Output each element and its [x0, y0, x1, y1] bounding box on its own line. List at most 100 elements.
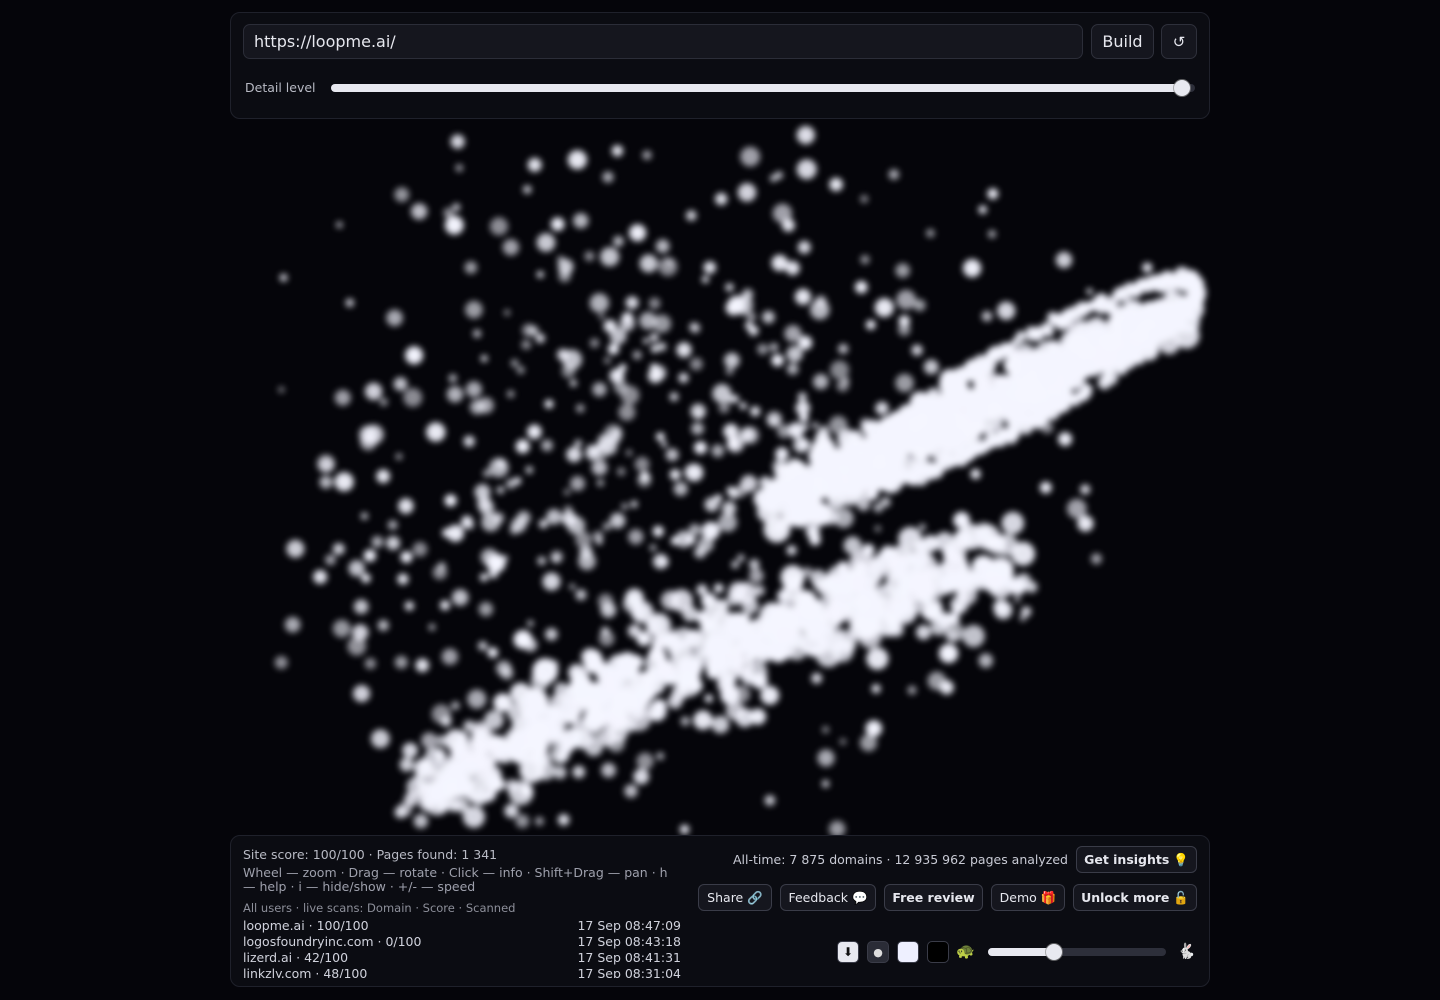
graph-node[interactable] [480, 355, 488, 362]
graph-node[interactable] [775, 624, 794, 643]
graph-node[interactable] [621, 311, 634, 324]
graph-node[interactable] [685, 535, 696, 545]
graph-node[interactable] [1150, 277, 1165, 292]
url-input[interactable] [243, 24, 1083, 59]
graph-node[interactable] [444, 215, 464, 235]
graph-node[interactable] [848, 430, 864, 446]
graph-node[interactable] [962, 624, 985, 648]
graph-node[interactable] [398, 498, 414, 514]
graph-node[interactable] [452, 203, 461, 212]
graph-node[interactable] [1025, 581, 1038, 593]
graph-node[interactable] [489, 457, 509, 478]
graph-node[interactable] [995, 533, 1018, 556]
graph-node[interactable] [602, 171, 614, 183]
graph-node[interactable] [596, 538, 603, 545]
graph-node[interactable] [895, 263, 910, 278]
graph-node[interactable] [371, 729, 390, 749]
graph-node[interactable] [444, 494, 457, 507]
graph-node[interactable] [353, 685, 371, 703]
graph-node[interactable] [550, 217, 565, 231]
graph-node[interactable] [740, 146, 761, 167]
graph-node[interactable] [838, 343, 849, 354]
graph-node[interactable] [669, 469, 681, 481]
graph-node[interactable] [516, 366, 525, 374]
graph-node[interactable] [988, 230, 996, 239]
graph-node[interactable] [465, 300, 483, 319]
graph-node[interactable] [958, 458, 967, 467]
graph-node[interactable] [541, 439, 553, 452]
graph-node[interactable] [726, 486, 735, 495]
graph-node[interactable] [650, 365, 667, 381]
graph-node[interactable] [526, 687, 540, 701]
graph-node[interactable] [993, 599, 1009, 615]
graph-node[interactable] [433, 748, 447, 762]
graph-node[interactable] [972, 442, 985, 455]
graph-node[interactable] [939, 574, 954, 589]
graph-node[interactable] [404, 601, 415, 611]
graph-node[interactable] [639, 471, 651, 482]
graph-node[interactable] [734, 484, 748, 498]
graph-node[interactable] [1080, 484, 1091, 495]
graph-node[interactable] [829, 177, 843, 192]
graph-node[interactable] [628, 529, 644, 545]
graph-node[interactable] [821, 780, 830, 788]
graph-node[interactable] [471, 726, 490, 746]
graph-node[interactable] [653, 314, 672, 333]
graph-node[interactable] [464, 261, 478, 274]
graph-node[interactable] [839, 738, 847, 745]
graph-node[interactable] [544, 399, 554, 409]
graph-node[interactable] [741, 597, 759, 615]
graph-node[interactable] [898, 475, 908, 485]
graph-node[interactable] [1016, 387, 1031, 402]
graph-node[interactable] [736, 637, 752, 652]
graph-node[interactable] [695, 611, 708, 623]
graph-node[interactable] [986, 348, 998, 360]
graph-node[interactable] [676, 342, 692, 358]
graph-node[interactable] [998, 342, 1014, 357]
share-button[interactable]: Share 🔗 [698, 884, 772, 911]
graph-node[interactable] [1003, 356, 1022, 375]
graph-node[interactable] [813, 373, 829, 390]
graph-node[interactable] [279, 273, 288, 282]
graph-node[interactable] [739, 427, 756, 443]
graph-node[interactable] [814, 295, 827, 308]
graph-node[interactable] [809, 646, 820, 657]
graph-node[interactable] [619, 363, 627, 372]
graph-node[interactable] [811, 672, 823, 684]
graph-node[interactable] [1086, 288, 1093, 295]
graph-node[interactable] [589, 293, 610, 313]
graph-node[interactable] [516, 510, 531, 525]
graph-node[interactable] [703, 261, 717, 274]
graph-node[interactable] [648, 297, 661, 310]
graph-node[interactable] [833, 508, 854, 528]
graph-node[interactable] [777, 424, 792, 439]
graph-node[interactable] [888, 169, 900, 180]
graph-node[interactable] [377, 619, 389, 632]
graph-node[interactable] [361, 573, 371, 583]
graph-node[interactable] [750, 406, 761, 417]
speed-slider[interactable] [988, 944, 1166, 960]
graph-node[interactable] [578, 552, 596, 571]
graph-node[interactable] [656, 432, 665, 442]
graph-node[interactable] [894, 424, 904, 435]
graph-node[interactable] [426, 422, 446, 442]
detail-level-thumb[interactable] [1174, 80, 1191, 96]
graph-node[interactable] [769, 174, 778, 182]
graph-node[interactable] [563, 488, 571, 496]
graph-node[interactable] [607, 343, 620, 355]
graph-node[interactable] [715, 192, 728, 206]
graph-node[interactable] [404, 792, 419, 807]
graph-node[interactable] [984, 431, 998, 446]
graph-node[interactable] [749, 568, 764, 584]
graph-node[interactable] [428, 623, 436, 631]
graph-node[interactable] [757, 343, 769, 355]
graph-node[interactable] [386, 536, 401, 551]
graph-node[interactable] [893, 600, 917, 625]
graph-node[interactable] [598, 313, 605, 320]
graph-node[interactable] [1058, 432, 1073, 447]
graph-node[interactable] [454, 798, 469, 813]
graph-node[interactable] [1034, 361, 1059, 387]
graph-node[interactable] [527, 620, 534, 627]
graph-node[interactable] [624, 784, 638, 798]
graph-node[interactable] [939, 680, 954, 695]
